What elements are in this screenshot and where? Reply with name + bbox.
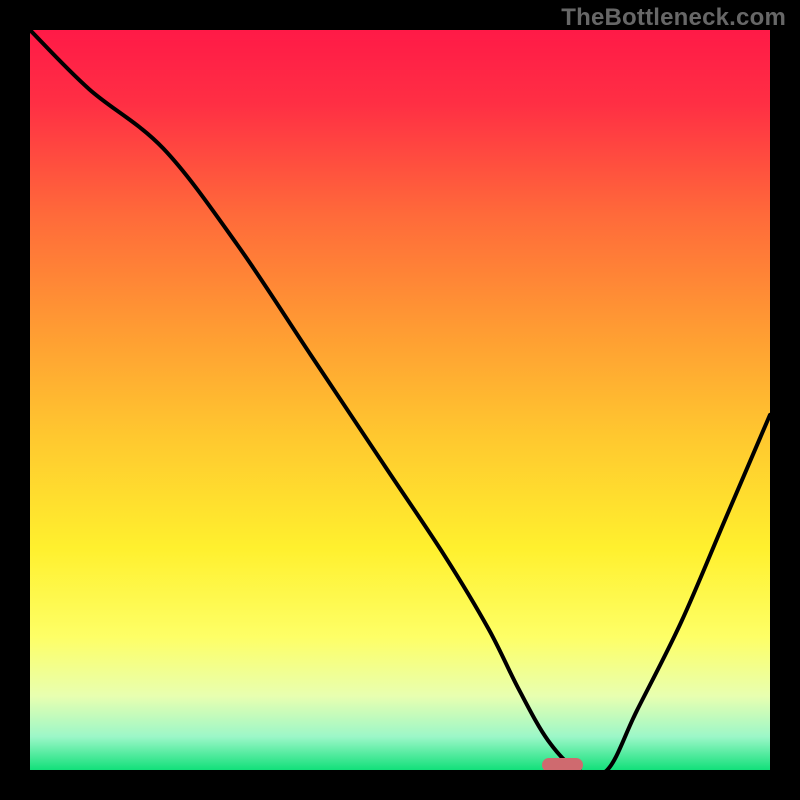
- plot-svg: [30, 30, 770, 770]
- gradient-background: [30, 30, 770, 770]
- plot-area: [30, 30, 770, 770]
- watermark-text: TheBottleneck.com: [561, 4, 786, 32]
- optimal-marker: [542, 758, 583, 770]
- chart-frame: TheBottleneck.com: [0, 0, 800, 800]
